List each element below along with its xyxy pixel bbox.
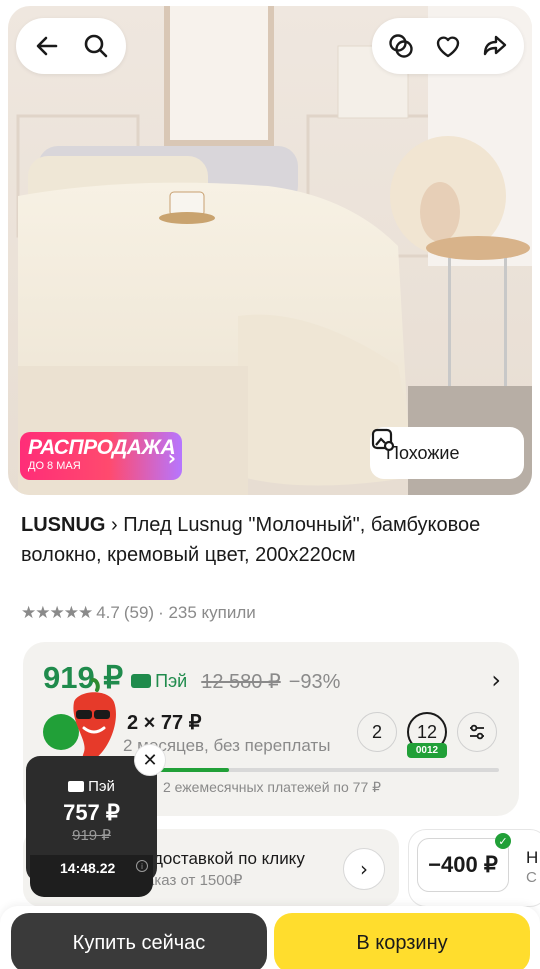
info-icon[interactable]: i [136, 860, 148, 872]
coupon-value: −400 ₽ [417, 838, 509, 892]
share-icon[interactable] [477, 28, 513, 64]
sold-count: · 235 купили [158, 603, 256, 622]
coupon-side-line1: Н [526, 848, 539, 867]
chevron-right-icon[interactable]: › [343, 848, 385, 890]
sale-badge-date: ДО 8 МАЯ [28, 460, 81, 472]
chevron-right-icon[interactable]: › [491, 666, 501, 694]
close-icon[interactable]: ✕ [134, 744, 166, 776]
tooltip-pay-label: Пэй [88, 778, 115, 795]
similar-button[interactable]: Похожие [370, 427, 524, 479]
brand-chevron-icon[interactable]: › [111, 514, 123, 536]
back-arrow-icon[interactable] [29, 28, 65, 64]
add-to-cart-button[interactable]: В корзину [274, 913, 530, 969]
review-count: (59) [123, 603, 155, 622]
pepper-mascot-icon [73, 678, 116, 764]
rating-value: 4.7 [96, 603, 120, 622]
buy-now-button[interactable]: Купить сейчас [11, 913, 267, 969]
brand-link[interactable]: LUSNUG [21, 514, 105, 536]
search-icon[interactable] [78, 28, 114, 64]
coupon-side-line2: С [526, 869, 537, 886]
delivery-title: доставкой по клику [153, 849, 305, 868]
term-tag: 0012 [407, 743, 447, 758]
product-image[interactable]: РАСПРОДАЖА ДО 8 МАЯ › Похожие [8, 6, 532, 495]
tooltip-price: 757 ₽ [63, 800, 120, 825]
compare-icon[interactable] [383, 28, 419, 64]
split-progress-fill [153, 768, 230, 772]
discount-badge: −93% [288, 671, 341, 693]
chevron-right-icon: › [167, 446, 176, 470]
nav-pill [16, 18, 126, 74]
sale-badge[interactable]: РАСПРОДАЖА ДО 8 МАЯ › [20, 432, 182, 480]
monthly-payments: 2 ежемесячных платежей по 77 ₽ [163, 779, 382, 795]
product-title: LUSNUG › Плед Lusnug "Молочный", бамбуко… [21, 510, 521, 570]
sale-badge-title: РАСПРОДАЖА [28, 436, 176, 459]
check-icon: ✓ [495, 833, 511, 849]
actions-pill [372, 18, 524, 74]
pay-label: Пэй [155, 670, 188, 691]
similar-label: Похожие [386, 442, 460, 463]
pay-price-tooltip[interactable]: Пэй 757 ₽ 919 ₽ 14:48.22 i [26, 756, 157, 897]
rating-row[interactable]: ★★★★★ 4.7 (59) · 235 купили [21, 601, 256, 625]
tooltip-arrow [82, 880, 100, 890]
split-amount: 2 × 77 ₽ [127, 712, 202, 734]
card-icon [131, 674, 152, 688]
coupon-card[interactable]: −400 ₽ ✓ Н С [408, 829, 540, 907]
pay-tag: Пэй [131, 671, 187, 692]
tooltip-old-price: 919 ₽ [72, 827, 111, 844]
bed-photo [8, 6, 532, 495]
filter-settings-icon[interactable] [457, 712, 497, 752]
tooltip-timer: 14:48.22 [60, 860, 116, 876]
heart-icon[interactable] [430, 28, 466, 64]
price-old: 12 580 ₽ [201, 671, 281, 693]
card-icon [68, 781, 85, 792]
rating-stars-icon: ★★★★★ [21, 603, 93, 622]
tooltip-pay: Пэй [26, 778, 157, 795]
image-search-icon [371, 428, 395, 452]
split-progress [153, 768, 499, 772]
term-option-2[interactable]: 2 [357, 712, 397, 752]
coupon-side-text: Н С [526, 848, 538, 888]
